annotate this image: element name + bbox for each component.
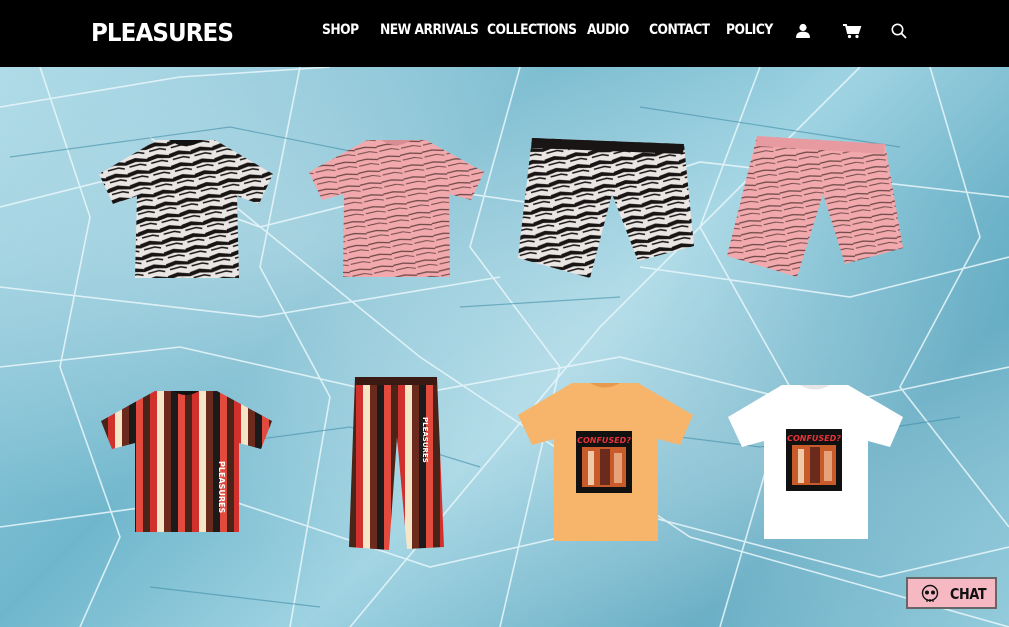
main-nav: SHOP NEW ARRIVALS COLLECTIONS AUDIO CONT…	[0, 0, 1009, 67]
nav-collections[interactable]: COLLECTIONS	[487, 21, 577, 39]
skull-icon	[920, 584, 940, 604]
site-header: PLEASURES SHOP NEW ARRIVALS COLLECTIONS …	[0, 0, 1009, 67]
product-striped-tee[interactable]: PLEASURES	[101, 391, 272, 532]
chat-label: CHAT	[950, 585, 987, 603]
search-icon[interactable]	[890, 22, 908, 40]
product-pink-zebra-tee[interactable]	[309, 140, 484, 278]
confused-print: CONFUSED?	[577, 436, 631, 445]
chat-button[interactable]: CHAT	[906, 577, 997, 609]
nav-contact[interactable]: CONTACT	[649, 21, 710, 39]
pleasures-print: PLEASURES	[421, 417, 429, 463]
nav-shop[interactable]: SHOP	[322, 21, 359, 39]
hero-banner: PLEASURES PLEASURES CONFUSED? CONFUSED?	[0, 67, 1009, 627]
product-black-zebra-tee[interactable]	[99, 138, 273, 279]
nav-audio[interactable]: AUDIO	[587, 21, 629, 39]
nav-policy[interactable]: POLICY	[726, 21, 773, 39]
account-icon[interactable]	[794, 22, 812, 40]
cart-icon[interactable]	[842, 22, 862, 40]
product-white-confused-tee[interactable]: CONFUSED?	[728, 385, 903, 540]
nav-new-arrivals[interactable]: NEW ARRIVALS	[380, 21, 479, 39]
confused-print: CONFUSED?	[787, 434, 841, 443]
product-black-zebra-shorts[interactable]	[518, 136, 694, 278]
product-pink-zebra-shorts[interactable]	[727, 136, 903, 277]
pleasures-print: PLEASURES	[217, 461, 226, 514]
product-striped-pants[interactable]: PLEASURES	[349, 377, 444, 550]
product-orange-confused-tee[interactable]: CONFUSED?	[518, 383, 693, 543]
